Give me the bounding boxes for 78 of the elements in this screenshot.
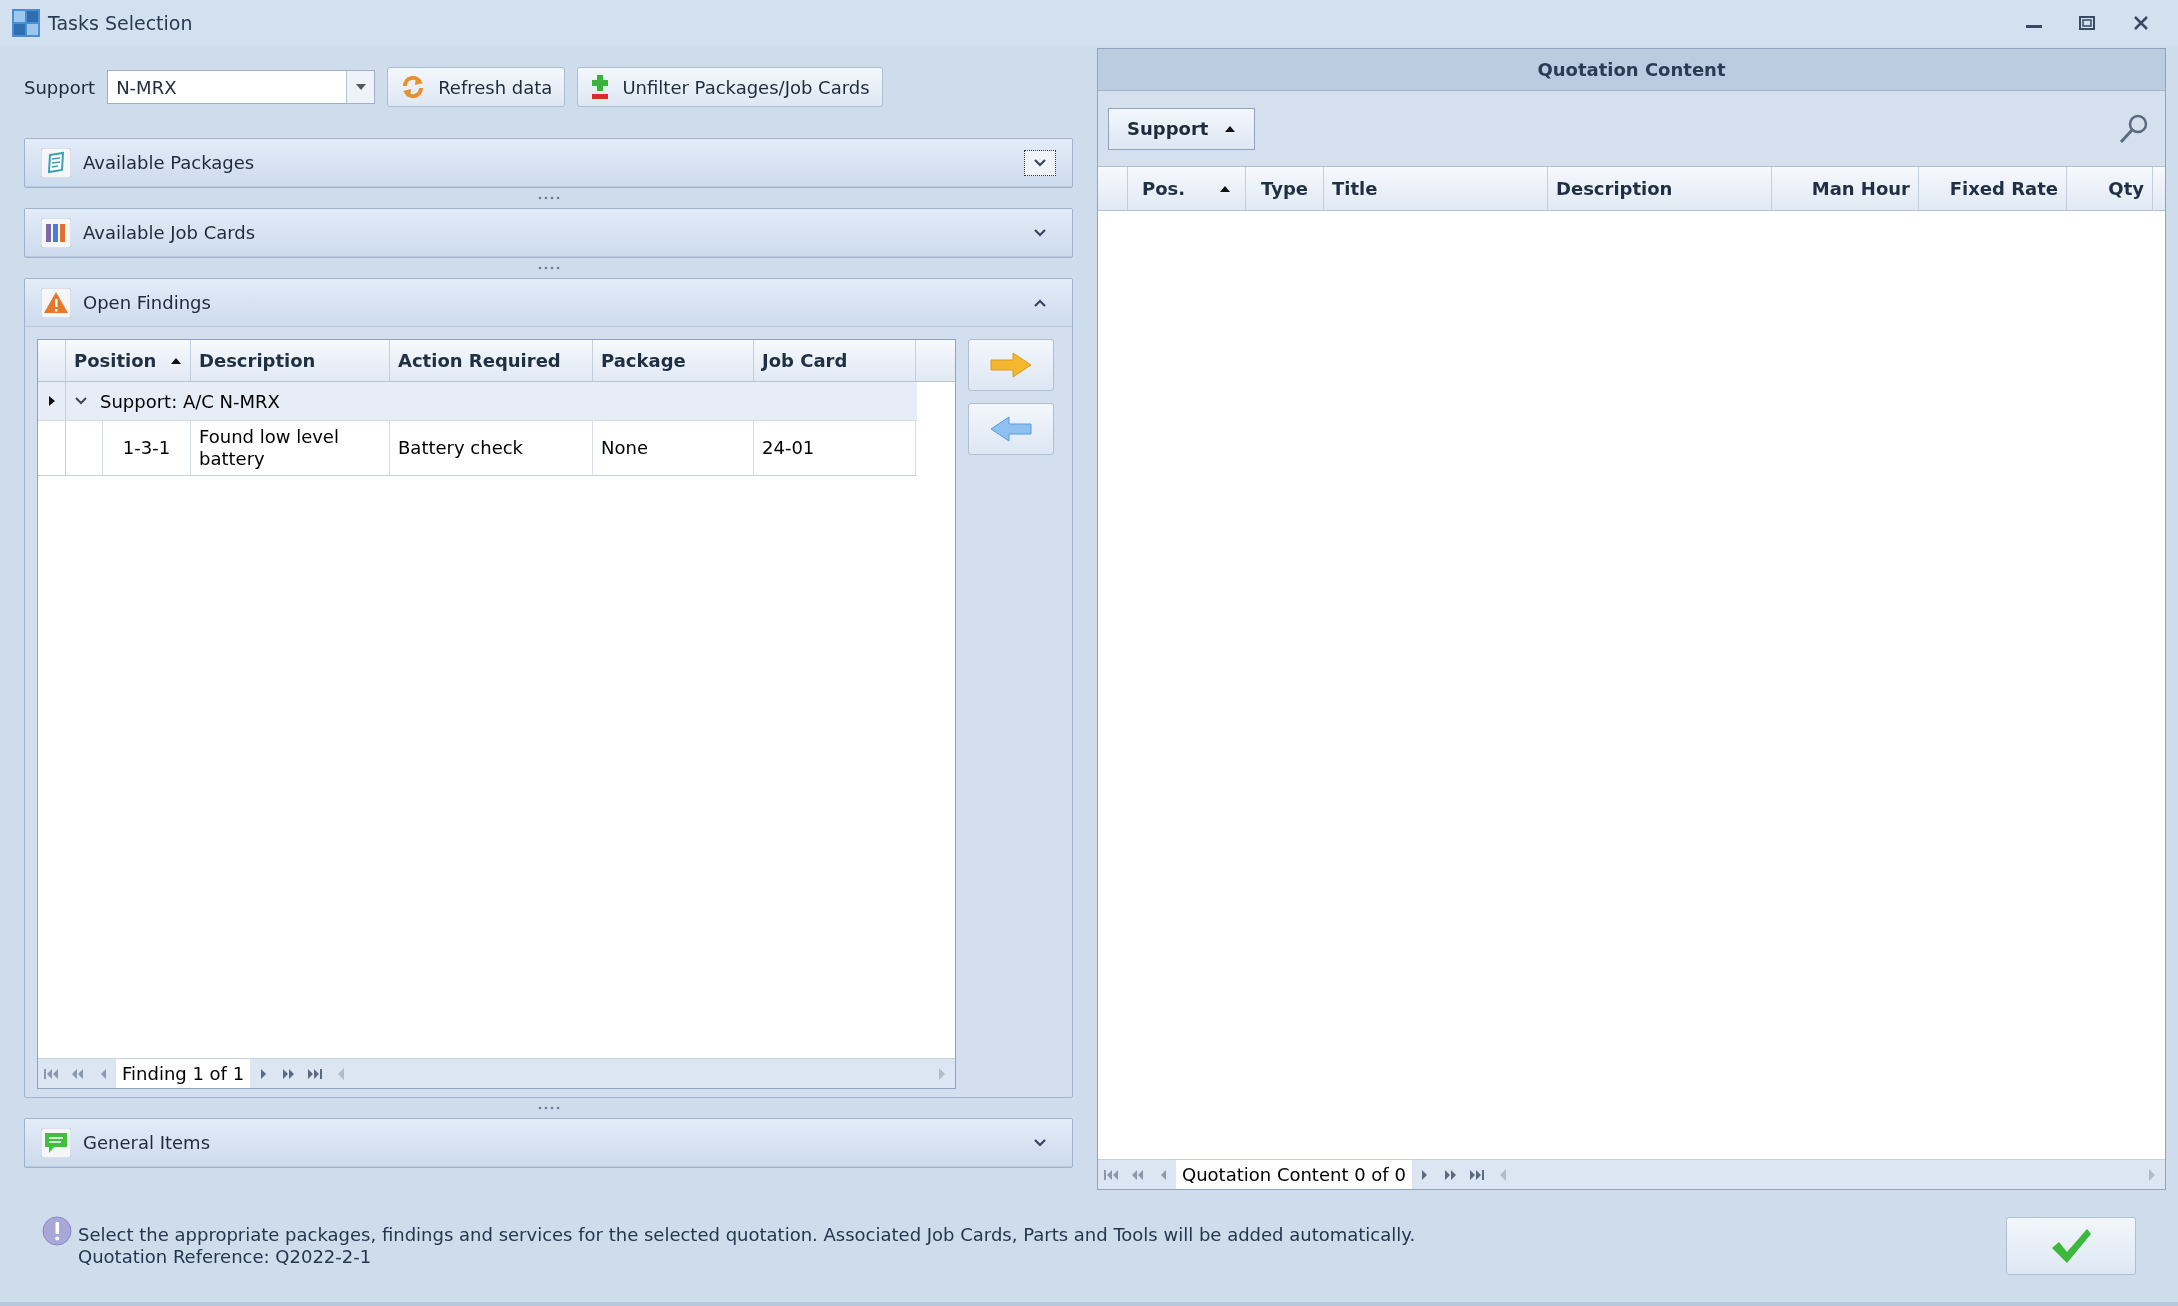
chevron-down-icon: [74, 396, 88, 406]
column-header[interactable]: Man Hour: [1772, 167, 1919, 210]
section-header[interactable]: Available Packages: [25, 139, 1072, 187]
next-icon: [1422, 1169, 1428, 1180]
column-header[interactable]: Action Required: [390, 340, 593, 381]
scroll-right-icon: [2147, 1167, 2157, 1182]
column-header[interactable]: Fixed Rate: [1919, 167, 2067, 210]
last-page-icon: [308, 1068, 323, 1079]
support-dropdown[interactable]: N-MRX: [107, 70, 376, 104]
table-cell: None: [593, 421, 754, 475]
next-page-icon: [1444, 1169, 1457, 1180]
section-header[interactable]: Open Findings: [25, 279, 1072, 327]
pager-text: Quotation Content 0 of 0: [1176, 1160, 1412, 1189]
quotation-reference: Quotation Reference: Q2022-2-1: [78, 1246, 373, 1268]
refresh-button[interactable]: Refresh data: [387, 67, 566, 107]
table-cell: 1-3-1: [103, 421, 191, 475]
panel-title: Quotation Content: [1098, 49, 2165, 91]
column-header[interactable]: Qty: [2067, 167, 2153, 210]
info-icon: [42, 1216, 72, 1246]
info-message: Select the appropriate packages, findings and services for the selected quotation. Associated Job Cards, Parts and Tools will be added automatically.: [78, 1224, 1417, 1246]
previous-icon: [1160, 1169, 1166, 1180]
first-page-icon: [44, 1068, 58, 1079]
arrow-right-icon: [989, 351, 1033, 379]
dropdown-caret-icon: [354, 83, 367, 91]
close-icon: [2132, 14, 2150, 32]
chevron-down-icon: [1033, 157, 1047, 168]
pager-text: Finding 1 of 1: [116, 1059, 251, 1088]
column-header[interactable]: Description: [1548, 167, 1772, 210]
previous-page-icon: [71, 1068, 83, 1079]
previous-page-icon: [1131, 1169, 1143, 1180]
splitter-grip-icon: [537, 1106, 560, 1110]
column-header[interactable]: Title: [1324, 167, 1548, 210]
chevron-down-icon: [1033, 227, 1047, 238]
confirm-button[interactable]: [2006, 1217, 2136, 1275]
app-logo-icon: [12, 9, 40, 37]
scroll-right-icon: [937, 1066, 947, 1081]
section-header[interactable]: Available Job Cards: [25, 209, 1072, 257]
group-label: Support: A/C N-MRX: [100, 389, 280, 414]
table-cell: Battery check: [390, 421, 593, 475]
last-page-icon: [1469, 1169, 1484, 1180]
window-title: Tasks Selection: [48, 10, 193, 36]
section-header[interactable]: General Items: [25, 1119, 1072, 1167]
arrow-left-icon: [989, 415, 1033, 443]
column-header[interactable]: Pos.: [1128, 167, 1246, 210]
column-header[interactable]: Type: [1246, 167, 1324, 210]
field-label: Support: [24, 75, 96, 100]
next-page-icon: [283, 1068, 296, 1079]
minimize-icon: [2026, 25, 2042, 28]
plus-minus-icon: [590, 73, 611, 101]
first-page-icon: [1104, 1169, 1118, 1180]
splitter-grip-icon: [537, 266, 560, 270]
expand-toggle[interactable]: [1024, 149, 1056, 176]
maximize-icon: [2078, 14, 2096, 32]
row-pointer-icon: [47, 395, 56, 407]
chevron-up-icon: [1033, 297, 1047, 308]
findings-icon: [41, 287, 71, 318]
splitter-grip-icon: [537, 196, 560, 200]
sort-ascending-icon: [1219, 184, 1232, 193]
sort-ascending-icon: [1224, 124, 1237, 133]
table-cell: Found low level battery: [191, 421, 390, 475]
chevron-down-icon: [1033, 1137, 1047, 1148]
column-header[interactable]: Job Card: [754, 340, 916, 381]
add-right-button[interactable]: [968, 339, 1054, 391]
packages-icon: [41, 147, 71, 178]
sort-ascending-icon: [170, 356, 182, 365]
remove-left-button[interactable]: [968, 403, 1054, 455]
unfilter-button[interactable]: Unfilter Packages/Job Cards: [577, 67, 883, 107]
column-header[interactable]: Package: [593, 340, 754, 381]
next-icon: [260, 1068, 266, 1079]
scroll-left-icon: [336, 1066, 347, 1081]
column-header[interactable]: Description: [191, 340, 390, 381]
group-by-button[interactable]: Support: [1108, 107, 1256, 150]
general-icon: [41, 1127, 71, 1158]
column-header[interactable]: Position: [66, 340, 191, 381]
previous-icon: [100, 1068, 106, 1079]
group-row[interactable]: Support: A/C N-MRX: [38, 382, 917, 421]
table-cell: 24-01: [754, 421, 916, 475]
jobcards-icon: [41, 217, 71, 248]
